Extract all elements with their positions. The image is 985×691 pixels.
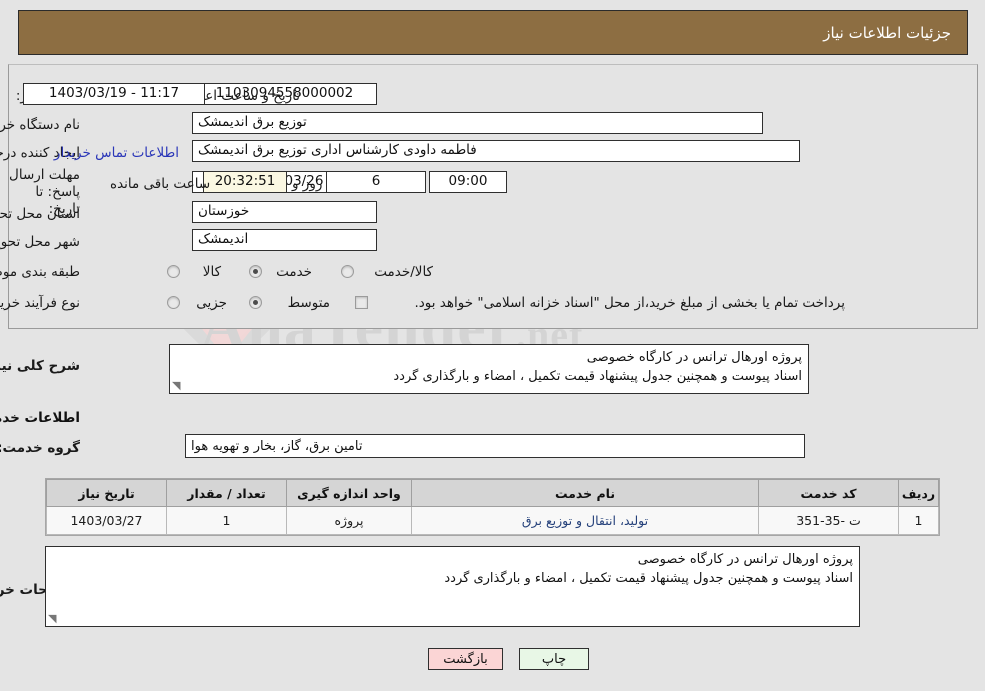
col-need-date: تاریخ نیاز	[46, 479, 167, 507]
radio-category-kala-label: کالا	[202, 264, 221, 280]
cell-row-no: 1	[898, 506, 939, 535]
radio-process-motevaset[interactable]	[249, 296, 262, 309]
province-label: استان محل تحویل:	[0, 206, 80, 222]
radio-category-kala[interactable]	[167, 265, 180, 278]
buyer-notes-box[interactable]: پروژه اورهال ترانس در کارگاه خصوصی اسناد…	[45, 546, 860, 627]
city-label: شهر محل تحویل:	[0, 234, 80, 250]
table-header-row: ردیف کد خدمت نام خدمت واحد اندازه گیری ت…	[46, 479, 939, 507]
service-group-label: گروه خدمت:	[0, 440, 80, 456]
buyer-contact-link[interactable]: اطلاعات تماس خریدار	[54, 145, 179, 162]
cell-service-code: ت -35-351	[758, 506, 899, 535]
col-unit: واحد اندازه گیری	[286, 479, 412, 507]
buyer-notes-line-1: پروژه اورهال ترانس در کارگاه خصوصی	[637, 552, 853, 567]
resize-grip-icon[interactable]: ◤	[48, 612, 60, 625]
services-table: ردیف کد خدمت نام خدمت واحد اندازه گیری ت…	[46, 479, 939, 535]
services-section-heading: اطلاعات خدمات مورد نیاز	[0, 410, 80, 426]
radio-process-jozei[interactable]	[167, 296, 180, 309]
category-label: طبقه بندی موضوعی:	[0, 264, 80, 280]
remaining-days-value: 6	[326, 171, 426, 193]
radio-category-kala-khedmat[interactable]	[341, 265, 354, 278]
need-summary-label: شرح کلی نیاز:	[0, 358, 80, 374]
page-title: جزئیات اطلاعات نیاز	[823, 23, 951, 42]
treasury-note-text: پرداخت تمام یا بخشی از مبلغ خرید،از محل …	[414, 295, 845, 311]
services-table-wrap: ردیف کد خدمت نام خدمت واحد اندازه گیری ت…	[45, 478, 940, 536]
remaining-time-label: ساعت باقی مانده	[110, 176, 211, 192]
service-group-value: تامین برق، گاز، بخار و تهویه هوا	[185, 434, 805, 458]
announce-datetime-value: 11:17 - 1403/03/19	[23, 83, 205, 105]
city-value: اندیمشک	[192, 229, 377, 251]
cell-unit: پروژه	[286, 506, 412, 535]
need-summary-box[interactable]: پروژه اورهال ترانس در کارگاه خصوصی اسناد…	[169, 344, 809, 394]
creator-value: فاطمه داودی کارشناس اداری توزیع برق اندی…	[192, 140, 800, 162]
back-button[interactable]: بازگشت	[428, 648, 503, 670]
buyer-notes-line-2: اسناد پیوست و همچنین جدول پیشنهاد قیمت ت…	[444, 571, 853, 586]
radio-category-kala-khedmat-label: کالا/خدمت	[374, 264, 433, 280]
col-row-no: ردیف	[898, 479, 939, 507]
province-value: خوزستان	[192, 201, 377, 223]
cell-service-name: تولید، انتقال و توزیع برق	[411, 506, 759, 535]
radio-process-jozei-label: جزیی	[196, 295, 227, 311]
buyer-org-value: توزیع برق اندیمشک	[192, 112, 763, 134]
remaining-time-value: 20:32:51	[203, 171, 287, 193]
remaining-days-label: روز و	[292, 176, 323, 192]
process-label: نوع فرآیند خرید :	[0, 295, 80, 311]
table-row[interactable]: 1 ت -35-351 تولید، انتقال و توزیع برق پر…	[46, 506, 939, 535]
cell-quantity: 1	[166, 506, 287, 535]
buyer-org-label: نام دستگاه خریدار:	[0, 117, 80, 133]
cell-need-date: 1403/03/27	[46, 506, 167, 535]
need-summary-line-1: پروژه اورهال ترانس در کارگاه خصوصی	[586, 350, 802, 365]
radio-category-khedmat-label: خدمت	[276, 264, 312, 280]
radio-category-khedmat[interactable]	[249, 265, 262, 278]
deadline-hour: 09:00	[429, 171, 507, 193]
col-service-code: کد خدمت	[758, 479, 899, 507]
print-button[interactable]: چاپ	[519, 648, 589, 670]
col-quantity: تعداد / مقدار	[166, 479, 287, 507]
page-header: جزئیات اطلاعات نیاز	[18, 10, 968, 55]
col-service-name: نام خدمت	[411, 479, 759, 507]
checkbox-treasury-document[interactable]	[355, 296, 368, 309]
need-summary-line-2: اسناد پیوست و همچنین جدول پیشنهاد قیمت ت…	[393, 369, 802, 384]
resize-grip-icon[interactable]: ◤	[172, 379, 184, 392]
radio-process-motevaset-label: متوسط	[287, 295, 330, 311]
